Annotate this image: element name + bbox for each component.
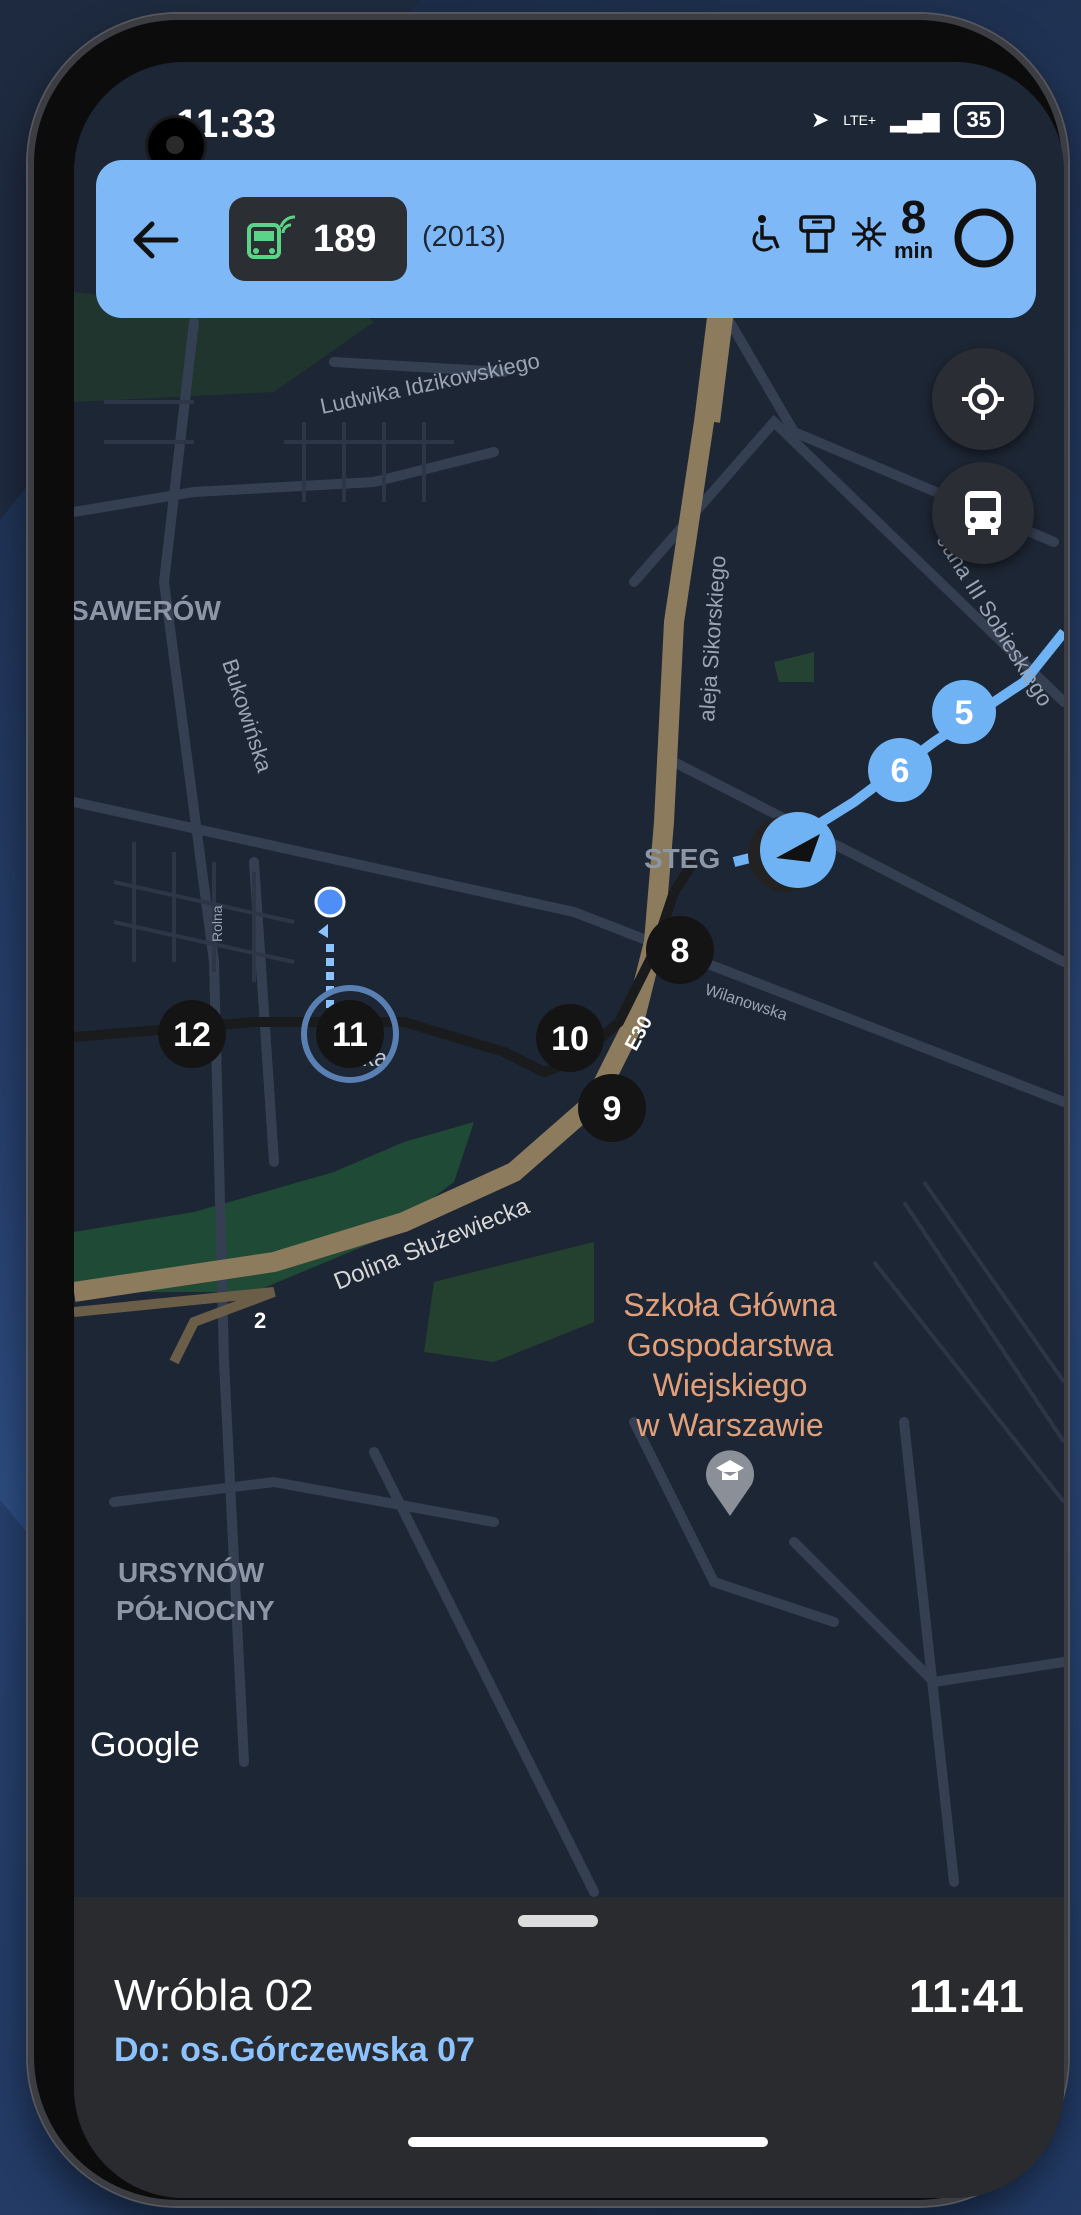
stop-marker-8[interactable]: 8 bbox=[646, 916, 714, 984]
poi-label: Gospodarstwa bbox=[627, 1327, 834, 1363]
location-icon: ➤ bbox=[810, 107, 830, 132]
road-number-label: 2 bbox=[254, 1308, 266, 1333]
my-location-button[interactable] bbox=[932, 348, 1034, 450]
follow-bus-button[interactable] bbox=[932, 462, 1034, 564]
svg-text:6: 6 bbox=[891, 752, 910, 790]
map-attribution: Google bbox=[90, 1726, 200, 1764]
svg-text:8: 8 bbox=[671, 932, 690, 970]
vehicle-chip[interactable]: 189 bbox=[229, 197, 407, 281]
arrival-time: 11:41 bbox=[908, 1970, 1024, 2022]
stop-name: Wróbla 02 bbox=[114, 1971, 314, 2020]
stop-marker-12[interactable]: 12 bbox=[158, 1000, 226, 1068]
svg-text:11: 11 bbox=[332, 1016, 368, 1054]
map-view[interactable]: Ludwika Idzikowskiego aleja Sikorskiego … bbox=[74, 62, 1064, 1897]
phone-frame: Ludwika Idzikowskiego aleja Sikorskiego … bbox=[28, 14, 1068, 2206]
bus-icon bbox=[965, 491, 1001, 535]
user-location-dot bbox=[314, 886, 346, 918]
eta-value: 8 bbox=[900, 191, 927, 243]
status-bar: 11:33 ➤ LTE+ ▂▄▆ 35 bbox=[74, 62, 1064, 174]
back-arrow-icon[interactable] bbox=[126, 210, 186, 270]
district-label: STEG bbox=[644, 843, 720, 874]
poi-label: Wiejskiego bbox=[653, 1367, 808, 1403]
bus-wifi-icon bbox=[247, 215, 296, 259]
vehicle-header: 189 (2013) 8 min bbox=[96, 160, 1036, 318]
battery-indicator: 35 bbox=[953, 102, 1004, 138]
district-label: SAWERÓW bbox=[74, 595, 221, 626]
eta-indicator: 8 min bbox=[894, 194, 933, 262]
network-label: LTE+ bbox=[843, 112, 877, 128]
home-indicator[interactable] bbox=[408, 2137, 768, 2147]
stop-details-sheet[interactable]: Wróbla 02 11:41 Do: os.Górczewska 07 bbox=[74, 1897, 1064, 2198]
district-label: URSYNÓW bbox=[118, 1557, 265, 1588]
refresh-progress-ring[interactable] bbox=[952, 206, 1016, 270]
sheet-drag-handle[interactable] bbox=[518, 1915, 598, 1927]
street-label: Rolna bbox=[209, 905, 225, 942]
signal-icon: ▂▄▆ bbox=[890, 107, 940, 132]
poi-label: Szkoła Główna bbox=[623, 1287, 837, 1323]
district-label: PÓŁNOCNY bbox=[116, 1595, 275, 1626]
stop-marker-10[interactable]: 10 bbox=[536, 1004, 604, 1072]
svg-text:9: 9 bbox=[603, 1090, 622, 1128]
ticket-machine-icon bbox=[799, 215, 835, 253]
svg-text:10: 10 bbox=[551, 1020, 589, 1058]
crosshair-icon bbox=[962, 378, 1004, 420]
stop-marker-9[interactable]: 9 bbox=[578, 1074, 646, 1142]
wheelchair-icon bbox=[752, 215, 780, 252]
eta-unit: min bbox=[894, 238, 934, 263]
vehicle-year: (2013) bbox=[422, 221, 506, 253]
phone-screen: Ludwika Idzikowskiego aleja Sikorskiego … bbox=[74, 62, 1064, 2198]
svg-text:12: 12 bbox=[173, 1016, 211, 1054]
air-conditioning-icon bbox=[852, 217, 886, 251]
stop-marker-5[interactable]: 5 bbox=[932, 680, 996, 744]
poi-label: w Warszawie bbox=[635, 1407, 823, 1443]
direction-label: Do: os.Górczewska 07 bbox=[114, 2031, 475, 2069]
stop-marker-11-selected[interactable]: 11 bbox=[301, 985, 399, 1083]
vehicle-number: 189 bbox=[313, 217, 377, 260]
stop-marker-6[interactable]: 6 bbox=[868, 738, 932, 802]
vehicle-features bbox=[750, 214, 888, 254]
svg-text:5: 5 bbox=[955, 694, 974, 732]
status-icons: ➤ LTE+ ▂▄▆ 35 bbox=[811, 102, 1004, 138]
